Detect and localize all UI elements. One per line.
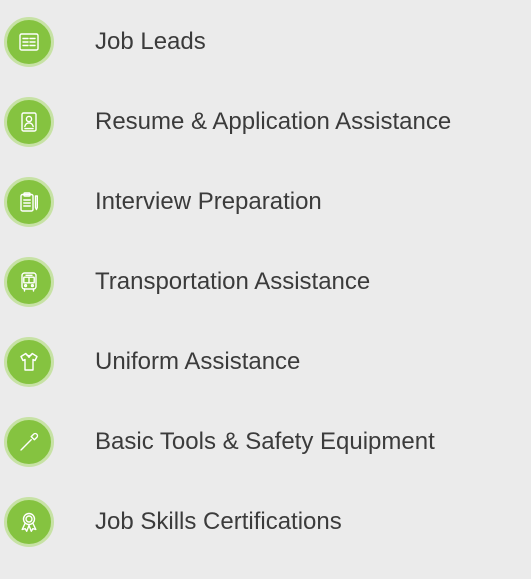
icon-badge: [4, 17, 54, 67]
service-item-uniform-assistance: Uniform Assistance: [0, 337, 531, 419]
screwdriver-icon: [20, 432, 39, 451]
services-list: Job Leads Resume & Application Assistanc…: [0, 0, 531, 551]
service-item-transportation-assistance: Transportation Assistance: [0, 257, 531, 339]
service-item-interview-preparation: Interview Preparation: [0, 177, 531, 259]
icon-badge: [4, 497, 54, 547]
service-label: Job Skills Certifications: [95, 508, 342, 535]
clipboard-pen-icon: [20, 192, 38, 212]
service-item-job-leads: Job Leads: [0, 17, 531, 99]
service-label: Uniform Assistance: [95, 348, 301, 375]
icon-badge: [4, 97, 54, 147]
service-label: Job Leads: [95, 28, 206, 55]
service-label: Transportation Assistance: [95, 268, 371, 295]
document-list-icon: [19, 33, 39, 51]
icon-badge: [4, 177, 54, 227]
service-item-job-skills-certifications: Job Skills Certifications: [0, 497, 531, 579]
service-label: Resume & Application Assistance: [95, 108, 452, 135]
award-ribbon-icon: [21, 512, 37, 532]
service-item-resume-application-assistance: Resume & Application Assistance: [0, 97, 531, 179]
icon-badge: [4, 257, 54, 307]
shirt-icon: [20, 352, 38, 371]
resume-profile-icon: [21, 112, 37, 132]
bus-icon: [21, 272, 37, 292]
service-label: Interview Preparation: [95, 188, 322, 215]
service-item-basic-tools-safety-equipment: Basic Tools & Safety Equipment: [0, 417, 531, 499]
service-label: Basic Tools & Safety Equipment: [95, 428, 435, 455]
icon-badge: [4, 337, 54, 387]
icon-badge: [4, 417, 54, 467]
